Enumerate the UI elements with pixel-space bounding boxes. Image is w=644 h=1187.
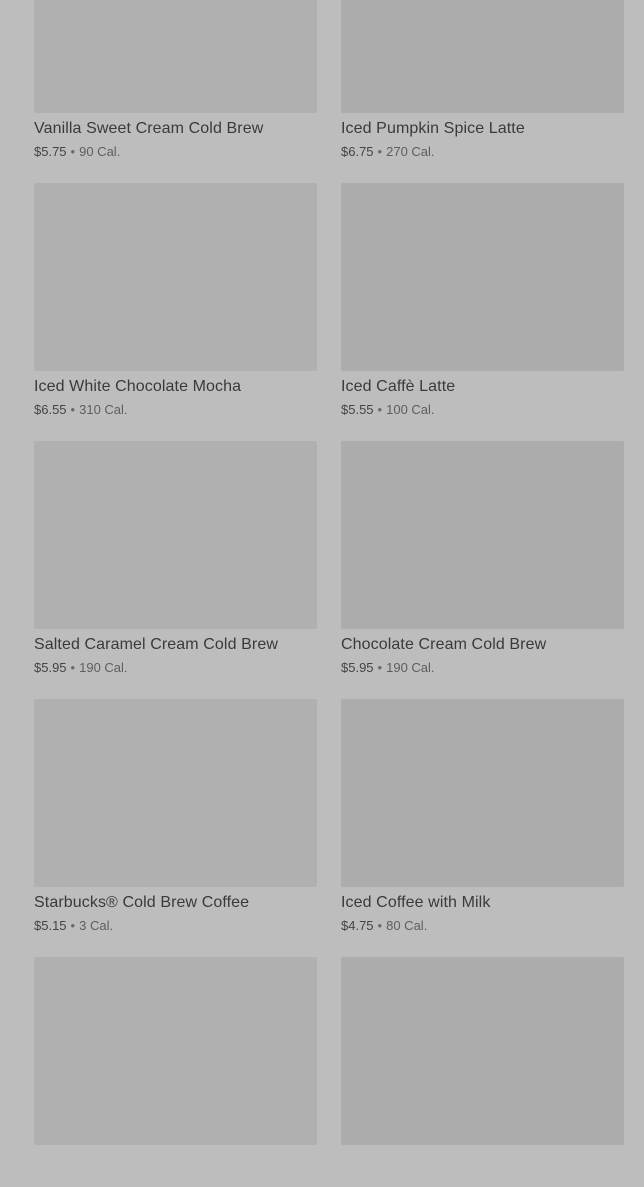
product-name[interactable]: Salted Caramel Cream Cold Brew xyxy=(34,635,278,655)
product-grid: Vanilla Sweet Cream Cold Brew $5.75 • 90 C… xyxy=(0,0,644,1145)
product-card[interactable]: Vanilla Sweet Cream Cold Brew $5.75 • 90 C… xyxy=(34,0,317,159)
product-calories: 190 Cal. xyxy=(386,660,435,675)
meta-separator: • xyxy=(70,402,76,417)
meta-separator: • xyxy=(377,660,383,675)
meta-separator: • xyxy=(377,918,383,933)
product-card[interactable]: Iced White Chocolate Mocha $6.55 • 310 Cal… xyxy=(34,183,317,417)
product-name[interactable]: Iced Coffee with Milk xyxy=(341,893,490,913)
product-meta: $4.75 • 80 Cal. xyxy=(341,917,427,935)
product-image[interactable] xyxy=(341,699,624,887)
product-card[interactable]: Iced Caffè Latte $5.55 • 100 Cal. xyxy=(341,183,624,417)
product-image[interactable] xyxy=(341,183,624,371)
product-calories: 190 Cal. xyxy=(79,660,128,675)
product-price: $5.95 xyxy=(34,660,67,675)
meta-separator: • xyxy=(70,660,76,675)
product-calories: 80 Cal. xyxy=(386,918,428,933)
product-meta: $5.95 • 190 Cal. xyxy=(341,659,435,677)
product-image[interactable] xyxy=(34,183,317,371)
product-name[interactable]: Vanilla Sweet Cream Cold Brew xyxy=(34,119,263,139)
product-card[interactable]: Iced Pumpkin Spice Latte $6.75 • 270 Cal. xyxy=(341,0,624,159)
product-image[interactable] xyxy=(34,0,317,113)
product-image[interactable] xyxy=(34,699,317,887)
product-image[interactable] xyxy=(341,957,624,1145)
product-card[interactable]: Iced Coffee with Milk $4.75 • 80 Cal. xyxy=(341,699,624,933)
product-image[interactable] xyxy=(341,0,624,113)
product-meta: $5.55 • 100 Cal. xyxy=(341,401,435,419)
product-meta: $5.75 • 90 Cal. xyxy=(34,143,120,161)
product-price: $5.15 xyxy=(34,918,67,933)
meta-separator: • xyxy=(377,144,383,159)
meta-separator: • xyxy=(70,918,76,933)
product-calories: 310 Cal. xyxy=(79,402,128,417)
product-price: $6.75 xyxy=(341,144,374,159)
product-price: $4.75 xyxy=(341,918,374,933)
product-price: $5.75 xyxy=(34,144,67,159)
product-card[interactable]: Starbucks® Cold Brew Coffee $5.15 • 3 Cal. xyxy=(34,699,317,933)
product-card[interactable]: Chocolate Cream Cold Brew $5.95 • 190 Cal. xyxy=(341,441,624,675)
product-meta: $5.95 • 190 Cal. xyxy=(34,659,128,677)
product-name[interactable]: Iced White Chocolate Mocha xyxy=(34,377,241,397)
product-card[interactable] xyxy=(34,957,317,1187)
product-image[interactable] xyxy=(34,957,317,1145)
product-image[interactable] xyxy=(341,441,624,629)
product-name[interactable]: Iced Pumpkin Spice Latte xyxy=(341,119,525,139)
product-price: $5.95 xyxy=(341,660,374,675)
product-calories: 270 Cal. xyxy=(386,144,435,159)
product-calories: 100 Cal. xyxy=(386,402,435,417)
product-price: $5.55 xyxy=(341,402,374,417)
product-meta: $6.75 • 270 Cal. xyxy=(341,143,435,161)
product-calories: 3 Cal. xyxy=(79,918,114,933)
product-card[interactable]: Salted Caramel Cream Cold Brew $5.95 • 190… xyxy=(34,441,317,675)
product-name[interactable]: Chocolate Cream Cold Brew xyxy=(341,635,546,655)
product-price: $6.55 xyxy=(34,402,67,417)
product-meta: $5.15 • 3 Cal. xyxy=(34,917,113,935)
product-name[interactable]: Starbucks® Cold Brew Coffee xyxy=(34,893,249,913)
meta-separator: • xyxy=(70,144,76,159)
product-calories: 90 Cal. xyxy=(79,144,121,159)
product-meta: $6.55 • 310 Cal. xyxy=(34,401,128,419)
product-name[interactable]: Iced Caffè Latte xyxy=(341,377,455,397)
product-card[interactable] xyxy=(341,957,624,1187)
meta-separator: • xyxy=(377,402,383,417)
product-image[interactable] xyxy=(34,441,317,629)
